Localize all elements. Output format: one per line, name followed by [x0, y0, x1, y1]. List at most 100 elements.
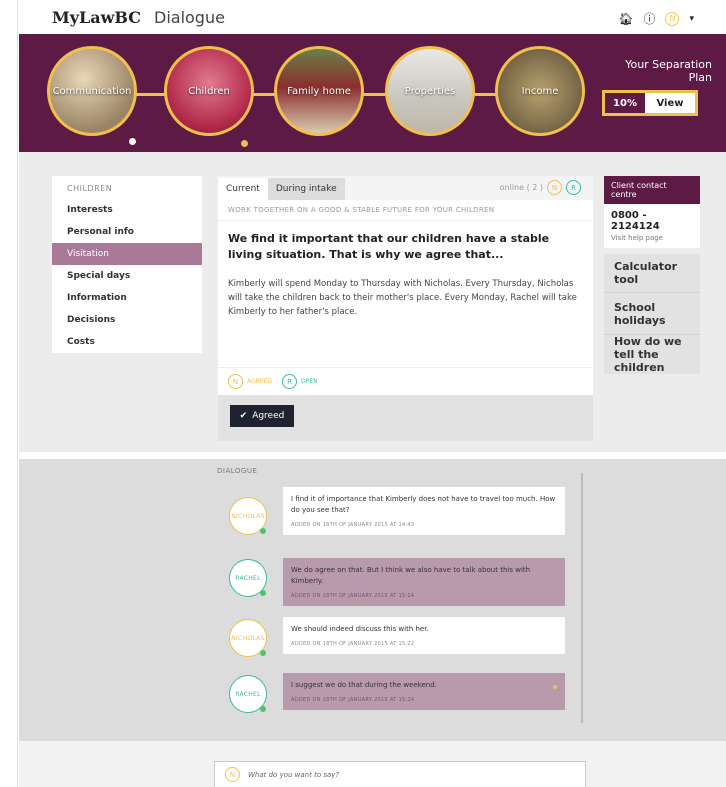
- online-dot: [260, 528, 266, 534]
- status-agreed-label: AGREED: [247, 378, 273, 385]
- message-bubble: We should indeed discuss this with her. …: [283, 617, 565, 654]
- school-holidays-link[interactable]: School holidays: [604, 292, 700, 334]
- chevron-down-icon[interactable]: ▾: [689, 14, 694, 24]
- message-avatar: RACHEL: [229, 675, 267, 713]
- current-marker: [241, 140, 248, 147]
- composer-avatar: N: [225, 767, 240, 782]
- message-bubble: I suggest we do that during the weekend.…: [283, 673, 565, 710]
- topic-sidebar: CHILDREN Interests Personal info Visitat…: [52, 176, 202, 353]
- plan-progress: 10%: [613, 97, 637, 109]
- card-heading: We find it important that our children h…: [228, 232, 550, 261]
- agreed-button[interactable]: ✔ Agreed: [230, 405, 294, 427]
- status-open: R OPEN: [282, 374, 318, 389]
- top-icons: 🏠︎ ⓘ N ▾: [618, 10, 694, 27]
- sidebar-item-interests[interactable]: Interests: [52, 199, 202, 221]
- message-text: We should indeed discuss this with her.: [291, 625, 429, 633]
- plan-progress-box: 10% View: [602, 90, 698, 116]
- avatar-rachel: R: [282, 374, 298, 389]
- completed-marker: [129, 138, 136, 145]
- avatar-name: NICHOLAS: [231, 512, 265, 520]
- topic-communication[interactable]: Communication: [47, 46, 137, 136]
- agreement-card: Current During intake online ( 2 ) N R W…: [218, 176, 593, 441]
- topic-label: Communication: [52, 85, 132, 97]
- avatar-nicholas: N: [228, 374, 243, 389]
- sidebar-item-special-days[interactable]: Special days: [52, 265, 202, 287]
- home-icon[interactable]: 🏠︎: [618, 12, 633, 26]
- separation-plan: Your Separation Plan 10% View: [602, 58, 712, 116]
- contact-box: 0800 - 2124124 Visit help page: [604, 204, 700, 248]
- message-avatar: RACHEL: [229, 559, 267, 597]
- online-dot: [260, 650, 266, 656]
- dialogue-label: DIALOGUE: [217, 467, 258, 475]
- page-title: Dialogue: [154, 8, 225, 27]
- sidebar-item-visitation[interactable]: Visitation: [52, 243, 202, 265]
- tell-children-link[interactable]: How do we tell the children: [604, 334, 700, 374]
- online-count: online ( 2 ): [499, 183, 543, 192]
- view-plan-button[interactable]: View: [645, 93, 695, 113]
- topic-label: Children: [188, 85, 230, 97]
- top-bar: MyLawBC Dialogue 🏠︎ ⓘ N ▾: [19, 0, 726, 34]
- avatar-name: RACHEL: [235, 574, 261, 582]
- tab-current[interactable]: Current: [218, 178, 268, 200]
- progress-banner: Communication Children Family home Prope…: [19, 34, 726, 152]
- unread-dot: [553, 685, 557, 689]
- avatar-name: RACHEL: [235, 690, 261, 698]
- user-avatar[interactable]: N: [665, 11, 680, 26]
- avatar-name: NICHOLAS: [231, 634, 265, 642]
- status-row: N AGREED R OPEN: [218, 367, 593, 395]
- right-column: Client contact centre 0800 - 2124124 Vis…: [604, 176, 700, 374]
- topic-label: Properties: [404, 85, 456, 97]
- topic-children[interactable]: Children: [164, 46, 254, 136]
- main-area: CHILDREN Interests Personal info Visitat…: [19, 152, 726, 452]
- message-date: ADDED ON 18TH OF JANUARY 2015 AT 15:22: [291, 641, 415, 647]
- topic-properties[interactable]: Properties: [385, 46, 475, 136]
- message-avatar: NICHOLAS: [229, 619, 267, 657]
- message-text: I find it of importance that Kimberly do…: [291, 495, 556, 514]
- sidebar-heading: CHILDREN: [67, 184, 113, 193]
- message-bubble: We do agree on that. But I think we also…: [283, 558, 565, 606]
- online-dot: [260, 706, 266, 712]
- status-agreed: N AGREED: [228, 374, 272, 389]
- topic-label: Family home: [287, 85, 351, 97]
- check-icon: ✔: [239, 411, 248, 421]
- message-date: ADDED ON 18TH OF JANUARY 2015 AT 15:24: [291, 697, 415, 703]
- contact-phone: 0800 - 2124124: [611, 210, 660, 232]
- calculator-tool-link[interactable]: Calculator tool: [604, 254, 700, 292]
- info-icon[interactable]: ⓘ: [643, 10, 655, 27]
- card-body: Kimberly will spend Monday to Thursday w…: [228, 279, 577, 317]
- status-open-label: OPEN: [301, 378, 318, 385]
- dialogue-section: DIALOGUE NICHOLAS I find it of importanc…: [19, 459, 726, 741]
- composer-box: N: [214, 761, 586, 787]
- online-dot: [260, 590, 266, 596]
- message-date: ADDED ON 18TH OF JANUARY 2015 AT 14:43: [291, 522, 415, 528]
- tab-during-intake[interactable]: During intake: [267, 178, 345, 200]
- contact-title: Client contact centre: [604, 176, 700, 204]
- topic-timeline: Communication Children Family home Prope…: [47, 46, 612, 147]
- agreed-button-label: Agreed: [252, 411, 285, 421]
- sidebar-item-decisions[interactable]: Decisions: [52, 309, 202, 331]
- avatar-rachel: R: [566, 180, 581, 195]
- online-indicator: online ( 2 ) N R: [500, 180, 581, 195]
- plan-title: Your Separation Plan: [625, 58, 712, 84]
- card-footer: ✔ Agreed: [218, 395, 593, 441]
- sidebar-item-information[interactable]: Information: [52, 287, 202, 309]
- composer-area: N: [19, 741, 726, 787]
- dialogue-scrollbar[interactable]: [581, 473, 583, 723]
- sidebar-item-costs[interactable]: Costs: [52, 331, 202, 353]
- avatar-nicholas: N: [547, 180, 562, 195]
- card-subtitle: WORK TOGETHER ON A GOOD & STABLE FUTURE …: [218, 200, 593, 221]
- brand-logo[interactable]: MyLawBC: [52, 8, 141, 27]
- sidebar-item-personal-info[interactable]: Personal info: [52, 221, 202, 243]
- message-bubble: I find it of importance that Kimberly do…: [283, 487, 565, 535]
- message-avatar: NICHOLAS: [229, 497, 267, 535]
- help-page-link[interactable]: Visit help page: [611, 234, 693, 242]
- left-edge: [0, 0, 18, 787]
- message-text: We do agree on that. But I think we also…: [291, 566, 531, 585]
- topic-label: Income: [521, 85, 559, 97]
- message-text: I suggest we do that during the weekend.: [291, 681, 437, 689]
- message-input[interactable]: [248, 770, 548, 779]
- topic-family-home[interactable]: Family home: [274, 46, 364, 136]
- card-tabs: Current During intake online ( 2 ) N R: [218, 176, 593, 200]
- message-date: ADDED ON 18TH OF JANUARY 2015 AT 15:14: [291, 593, 415, 599]
- topic-income[interactable]: Income: [495, 46, 585, 136]
